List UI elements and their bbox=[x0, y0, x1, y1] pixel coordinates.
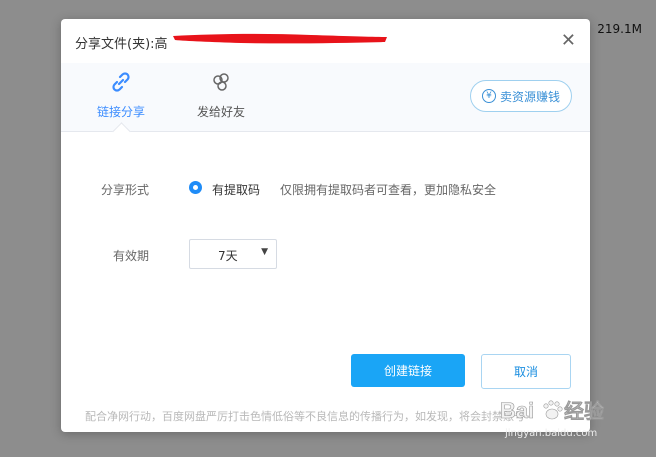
yen-icon: ¥ bbox=[481, 89, 496, 103]
dialog-title-bar: 分享文件(夹):高 ✕ bbox=[61, 19, 590, 63]
title-prefix: 分享文件(夹): bbox=[75, 37, 155, 52]
watermark-logo-text: Bai bbox=[500, 398, 534, 423]
baidu-jingyan-watermark: Bai 经验 bbox=[500, 398, 604, 424]
watermark-logo-text2: 经验 bbox=[564, 399, 604, 423]
tab-send-friends-label: 发给好友 bbox=[196, 105, 245, 119]
file-size-text: 219.1M bbox=[597, 22, 642, 36]
dialog-title: 分享文件(夹):高 bbox=[75, 33, 168, 52]
tab-link-share-label: 链接分享 bbox=[96, 105, 145, 119]
sell-resource-label: 卖资源赚钱 bbox=[499, 89, 560, 104]
validity-label: 有效期 bbox=[113, 249, 150, 263]
redaction-scribble bbox=[173, 33, 387, 44]
extract-code-radio[interactable] bbox=[189, 181, 202, 194]
watermark-url: jingyan.baidu.com bbox=[505, 428, 598, 439]
extract-code-option-label[interactable]: 有提取码 bbox=[212, 181, 260, 198]
create-link-label: 创建链接 bbox=[383, 364, 432, 378]
tab-link-share[interactable]: 链接分享 bbox=[81, 69, 161, 120]
cancel-label: 取消 bbox=[513, 365, 538, 379]
active-tab-pointer bbox=[112, 122, 131, 141]
link-icon bbox=[112, 72, 130, 92]
share-form-label: 分享形式 bbox=[101, 183, 150, 197]
extract-code-description: 仅限拥有提取码者可查看，更加隐私安全 bbox=[280, 183, 497, 197]
validity-select[interactable]: 7天 ▼ bbox=[189, 239, 277, 269]
validity-selected-value: 7天 bbox=[218, 249, 238, 263]
chevron-down-icon: ▼ bbox=[261, 247, 268, 257]
share-tabs: 链接分享 发给好友 ¥ 卖资源赚钱 bbox=[61, 63, 590, 141]
create-link-button[interactable]: 创建链接 bbox=[351, 354, 465, 387]
policy-notice: 配合净网行动，百度网盘严厉打击色情低俗等不良信息的传播行为，如发现，将会封禁账号 bbox=[85, 410, 525, 423]
friends-icon bbox=[213, 73, 229, 91]
title-filename-fragment: 高 bbox=[154, 37, 168, 52]
close-button[interactable]: ✕ bbox=[561, 31, 576, 51]
sell-resource-button[interactable]: ¥ 卖资源赚钱 bbox=[470, 80, 572, 112]
tab-send-friends[interactable]: 发给好友 bbox=[181, 69, 261, 120]
share-dialog: 分享文件(夹):高 ✕ 链接分享 发给好友 ¥ 卖资源赚钱 分享形式 有提取码 … bbox=[61, 19, 590, 432]
cancel-button[interactable]: 取消 bbox=[481, 354, 571, 389]
